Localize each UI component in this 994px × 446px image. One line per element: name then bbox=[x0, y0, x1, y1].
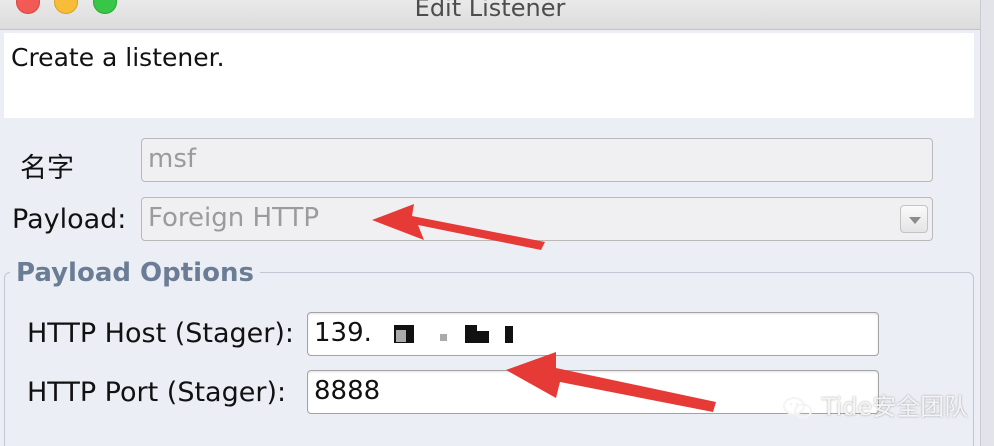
watermark-text: Tide安全团队 bbox=[821, 393, 969, 421]
port-annotation-arrow bbox=[506, 352, 716, 412]
watermark: Tide安全团队 bbox=[782, 387, 968, 422]
annotation-arrows bbox=[372, 204, 716, 412]
edit-listener-window: Edit Listener Create a listener. 名字 msf … bbox=[0, 0, 994, 446]
wechat-icon bbox=[783, 397, 812, 419]
payload-annotation-arrow bbox=[372, 204, 545, 250]
